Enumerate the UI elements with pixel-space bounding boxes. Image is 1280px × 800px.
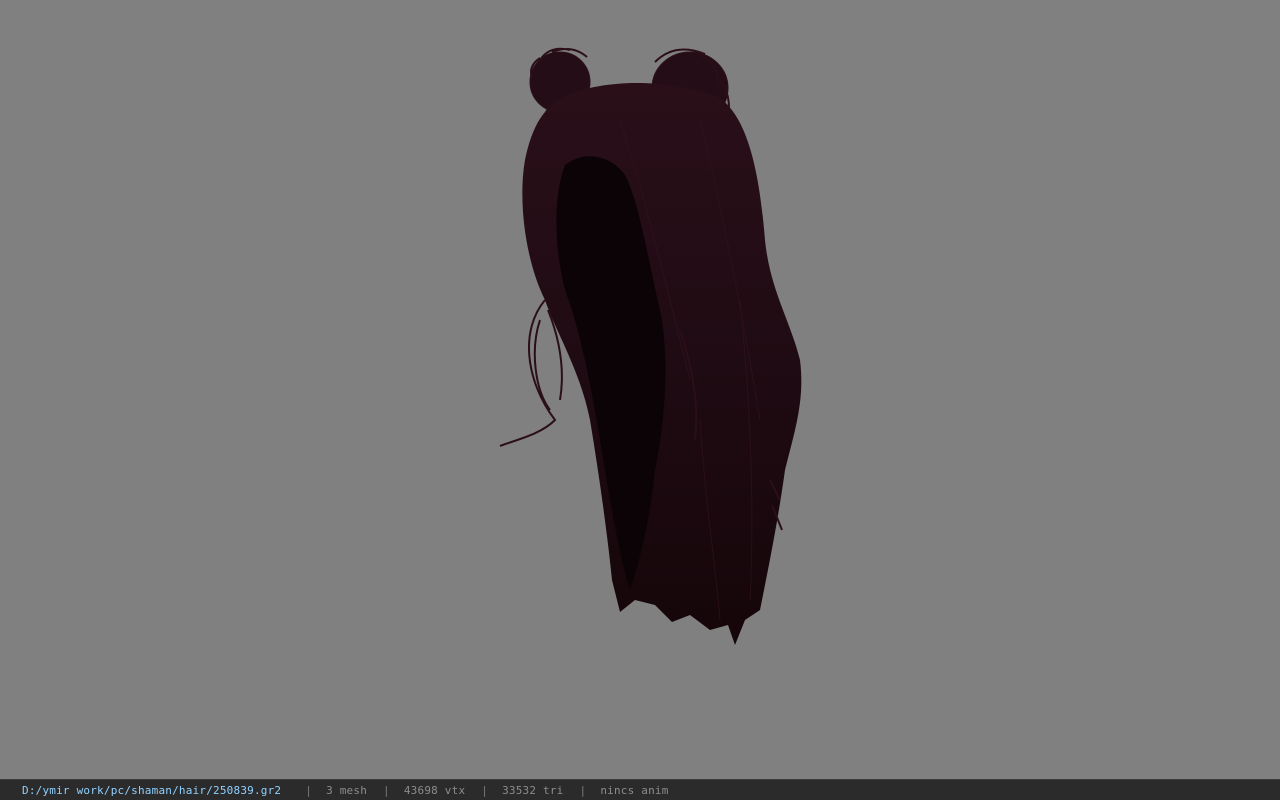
3d-viewport[interactable] bbox=[0, 0, 1280, 779]
status-bar: D:/ymir work/pc/shaman/hair/250839.gr2 |… bbox=[0, 779, 1280, 800]
hair-model bbox=[499, 47, 802, 646]
file-path-label: D:/ymir work/pc/shaman/hair/250839.gr2 bbox=[22, 783, 282, 797]
status-separator: | bbox=[579, 783, 587, 797]
vertex-count-label: 43698 vtx bbox=[403, 783, 466, 797]
status-separator: | bbox=[305, 783, 313, 797]
mesh-count-label: 3 mesh bbox=[326, 783, 368, 797]
anim-status-label: nincs anim bbox=[600, 783, 669, 797]
status-separator: | bbox=[481, 783, 489, 797]
triangle-count-label: 33532 tri bbox=[502, 783, 564, 797]
status-separator: | bbox=[383, 783, 390, 797]
